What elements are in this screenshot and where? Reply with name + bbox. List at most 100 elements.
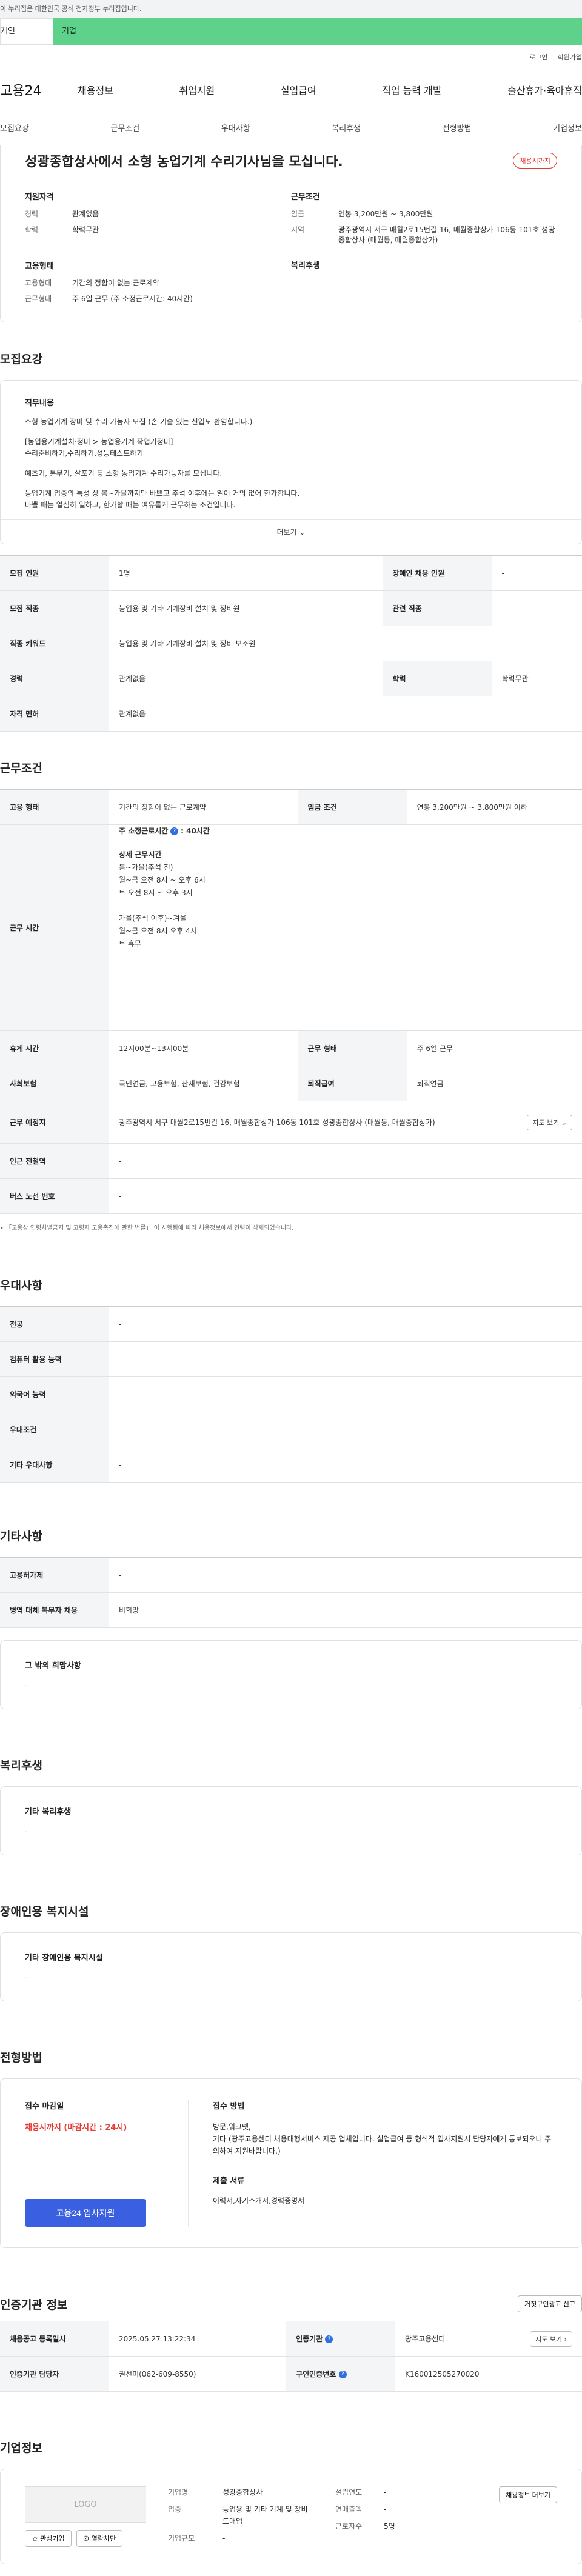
reg-value: 2025.05.27 13:22:34 xyxy=(109,2321,287,2357)
tab-biz[interactable]: 기업 xyxy=(53,18,582,45)
emp-value: 기간의 정함이 없는 근로계약 xyxy=(72,279,159,287)
job-desc-p1: 소형 농업기계 장비 및 수리 가능자 모집 (손 기술 있는 신입도 환영합니… xyxy=(25,418,253,426)
edu-key: 학력 xyxy=(383,661,492,696)
edu-value: 학력무관 xyxy=(72,225,99,234)
table-row: 전공 - xyxy=(0,1306,582,1342)
pref-value-1: - xyxy=(109,1341,582,1377)
snb-company[interactable]: 기업정보 xyxy=(553,122,582,133)
emp-key: 고용형태 xyxy=(25,279,52,287)
tab-person[interactable]: 개인 xyxy=(0,18,53,45)
work-table: 고용 형태 기간의 정함이 없는 근로계약 임금 조건 연봉 3,200만원 ~ 3,… xyxy=(0,789,582,1214)
help-icon[interactable]: ? xyxy=(325,2335,333,2343)
pref-value-4: - xyxy=(109,1447,582,1483)
help-icon[interactable]: ? xyxy=(338,2371,347,2378)
pref-key-0: 전공 xyxy=(0,1306,109,1342)
login-link[interactable]: 로그인 xyxy=(529,52,547,62)
more-jobs-button[interactable]: 채용정보 더보기 xyxy=(499,2486,557,2503)
sales-key: 연매출액 xyxy=(335,2505,363,2514)
detail-title: 상세 근무시간 xyxy=(119,850,162,859)
report-button[interactable]: 거짓구인광고 신고 xyxy=(517,2295,582,2312)
utility-bar: 로그인 회원가입 xyxy=(0,45,582,69)
age-note: • 「고용상 연령차별금지 및 고령자 고용촉진에 관한 법률」 이 시행됨에 … xyxy=(0,1225,294,1232)
job-desc-p2b: 수리준비하기,수리하기,성능테스트하기 xyxy=(25,449,144,458)
place-text: 광주광역시 서구 매월2로15번길 16, 매월종합상가 106동 101호 성… xyxy=(119,1118,435,1127)
work-section-title: 근무조건 xyxy=(0,762,42,775)
agency-map-button[interactable]: 지도 보기 › xyxy=(530,2331,572,2347)
selection-section-title: 전형방법 xyxy=(0,2051,42,2064)
est-value: - xyxy=(384,2488,387,2497)
menu-item-leave[interactable]: 출산휴가·육아휴직 xyxy=(507,82,582,97)
count-key: 모집 인원 xyxy=(0,555,109,591)
pref-key-1: 컴퓨터 활용 능력 xyxy=(0,1341,109,1377)
table-row: 외국어 능력 - xyxy=(0,1376,582,1412)
emp-title: 고용형태 xyxy=(25,262,54,271)
scale-value: - xyxy=(222,2534,226,2543)
name-key: 기업명 xyxy=(168,2488,189,2497)
detail-5: 월~금 오전 8시 오후 4시 xyxy=(119,927,197,935)
table-row: 자격 면허 관계없음 xyxy=(0,696,582,732)
career-key: 경력 xyxy=(0,661,109,696)
bus-value: - xyxy=(109,1178,582,1214)
table-row: 사회보험 국민연금, 고용보험, 산재보험, 건강보험 퇴직급여 퇴직연금 xyxy=(0,1066,582,1101)
ret-value: 퇴직연금 xyxy=(407,1066,582,1101)
snb-pref[interactable]: 우대사항 xyxy=(221,122,250,133)
form-key: 근무 형태 xyxy=(298,1030,407,1066)
menu-item-jobs[interactable]: 채용정보 xyxy=(78,82,113,97)
disabled-key: 장애인 채용 인원 xyxy=(383,555,492,591)
menu-item-support[interactable]: 취업지원 xyxy=(179,82,215,97)
help-icon[interactable]: ? xyxy=(170,827,179,835)
table-row: 버스 노선 번호 - xyxy=(0,1178,582,1214)
favorite-button[interactable]: ☆ 관심기업 xyxy=(25,2530,72,2547)
type-value: 기간의 정함이 없는 근로계약 xyxy=(109,789,298,825)
block-button[interactable]: ⊘ 열람차단 xyxy=(76,2530,123,2547)
no-value: K160012505270020 xyxy=(395,2356,582,2392)
detail-2: 월~금 오전 8시 ~ 오후 6시 xyxy=(119,876,206,884)
method-value-2: 기타 (광주고용센터 채용대행서비스 제공 업체입니다. 실업급여 등 형식적 … xyxy=(213,2135,552,2155)
table-row: 고용 형태 기간의 정함이 없는 근로계약 임금 조건 연봉 3,200만원 ~ 3,… xyxy=(0,789,582,825)
career-value: 관계없음 xyxy=(109,661,383,696)
deadline-label: 접수 마감일 xyxy=(25,2102,64,2111)
join-link[interactable]: 회원가입 xyxy=(558,52,582,62)
method-value-1: 방문,워크넷, xyxy=(213,2123,251,2131)
hours-key: 근무 시간 xyxy=(0,824,109,1031)
table-row: 직종 키워드 농업용 및 기타 기계장비 설치 및 정비 보조원 xyxy=(0,626,582,661)
qual-title: 지원자격 xyxy=(25,193,54,202)
no-key: 구인인증번호 ? xyxy=(286,2356,396,2392)
agency-table: 채용공고 등록일시 2025.05.27 13:22:34 인증기관 ? 광주고용센터… xyxy=(0,2321,582,2392)
snb-welfare[interactable]: 복리후생 xyxy=(332,122,361,133)
pref-table: 전공 - 컴퓨터 활용 능력 - 외국어 능력 - 우대조건 - 기타 우대사항 - xyxy=(0,1306,582,1483)
map-button[interactable]: 지도 보기 ⌄ xyxy=(527,1114,572,1130)
menu-item-benefit[interactable]: 실업급여 xyxy=(281,82,316,97)
apply-button[interactable]: 고용24 입사지원 xyxy=(25,2199,146,2227)
break-value: 12시00분~13시00분 xyxy=(109,1030,298,1066)
org-value: 광주고용센터 지도 보기 › xyxy=(395,2321,582,2357)
kw-value: 농업용 및 기타 기계장비 설치 및 정비 보조원 xyxy=(109,626,582,661)
snb-selection[interactable]: 전형방법 xyxy=(443,122,472,133)
ins-key: 사회보험 xyxy=(0,1066,109,1101)
more-button[interactable]: 더보기 ⌄ xyxy=(1,519,581,544)
agency-section-title: 인증기관 정보 xyxy=(0,2298,68,2312)
site-logo[interactable]: 고용24 xyxy=(0,80,78,99)
gov-banner: 이 누리집은 대한민국 공식 전자정부 누리집입니다. xyxy=(0,0,582,18)
est-key: 설립연도 xyxy=(335,2488,363,2497)
snb-work[interactable]: 근무조건 xyxy=(110,122,139,133)
hours-num: : 40시간 xyxy=(181,827,210,835)
menu-item-training[interactable]: 직업 능력 개발 xyxy=(382,82,442,97)
deadline-badge: 채용시까지 xyxy=(513,153,557,169)
area-value: 광주광역시 서구 매월2로15번길 16, 매월종합상가 106동 101호 성… xyxy=(338,225,555,244)
main-menu: 채용정보 취업지원 실업급여 직업 능력 개발 출산휴가·육아휴직 xyxy=(78,82,582,97)
station-value: - xyxy=(109,1143,582,1179)
pref-value-3: - xyxy=(109,1412,582,1447)
table-row: 컴퓨터 활용 능력 - xyxy=(0,1341,582,1377)
career-key: 경력 xyxy=(25,210,39,218)
table-row: 고용허가제 - xyxy=(0,1557,582,1593)
lic-key: 자격 면허 xyxy=(0,696,109,732)
welfare-section-title: 복리후생 xyxy=(0,1759,42,1772)
disabled-value: - xyxy=(492,555,582,591)
place-key: 근무 예정지 xyxy=(0,1101,109,1144)
snb-recruit[interactable]: 모집요강 xyxy=(0,122,29,133)
table-row: 모집 직종 농업용 및 기타 기계장비 설치 및 정비원 관련 직종 - xyxy=(0,590,582,626)
wish-box: 그 밖의 희망사항 - xyxy=(0,1640,582,1709)
org-key: 인증기관 ? xyxy=(286,2321,396,2357)
org-text: 광주고용센터 xyxy=(405,2335,446,2343)
